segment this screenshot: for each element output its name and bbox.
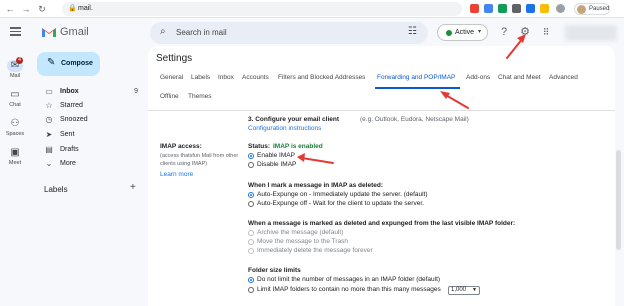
annotation-arrows xyxy=(297,34,526,164)
arrow-to-gear xyxy=(506,37,524,59)
arrow-to-enable-imap xyxy=(301,157,334,164)
